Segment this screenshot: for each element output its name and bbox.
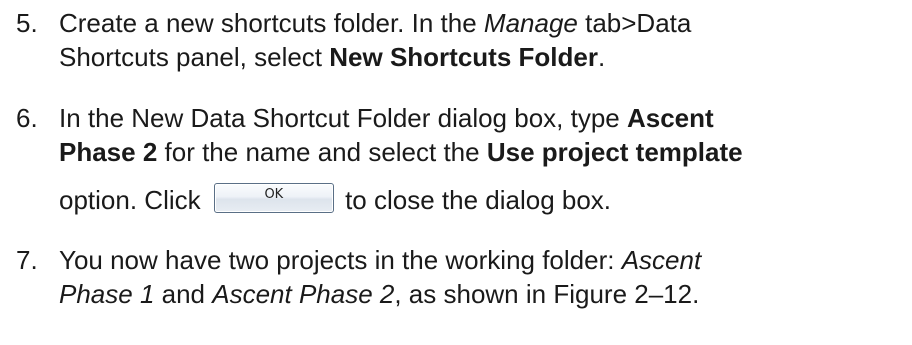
bold-text: Use project template xyxy=(486,137,743,167)
bold-text: New Shortcuts Folder xyxy=(329,42,598,72)
step-line: Shortcuts panel, select New Shortcuts Fo… xyxy=(59,40,909,74)
step-text: In the New Data Shortcut Folder dialog b… xyxy=(59,101,909,217)
text-run: option. Click xyxy=(59,185,208,215)
emphasis-text: Manage xyxy=(483,8,578,38)
step-text: You now have two projects in the working… xyxy=(59,243,909,311)
text-run: Create a new shortcuts folder. In the xyxy=(59,8,484,38)
step-line: Create a new shortcuts folder. In the Ma… xyxy=(59,6,909,40)
text-run: for the name and select the xyxy=(157,137,487,167)
ok-button[interactable]: OK xyxy=(213,183,334,214)
bold-text: Phase 2 xyxy=(59,137,158,167)
step-line: option. Click OK to close the dialog box… xyxy=(59,183,909,217)
text-run: tab>Data xyxy=(577,8,692,38)
emphasis-text: Phase 1 xyxy=(59,279,155,309)
text-run: to close the dialog box. xyxy=(337,185,612,215)
text-run: and xyxy=(154,279,213,309)
step-line: In the New Data Shortcut Folder dialog b… xyxy=(59,101,909,135)
step-text: Create a new shortcuts folder. In the Ma… xyxy=(59,6,909,74)
bold-text: Ascent xyxy=(626,103,714,133)
step-number: 7. xyxy=(16,245,38,275)
text-run: . xyxy=(597,42,606,72)
text-run: You now have two projects in the working… xyxy=(59,245,622,275)
emphasis-text: Ascent Phase 2 xyxy=(212,279,395,309)
emphasis-text: Ascent xyxy=(621,245,702,275)
step-number: 6. xyxy=(16,103,38,133)
text-run: In the New Data Shortcut Folder dialog b… xyxy=(59,103,627,133)
step-number: 5. xyxy=(16,8,38,38)
text-run: Shortcuts panel, select xyxy=(59,42,330,72)
step-line: Phase 1 and Ascent Phase 2, as shown in … xyxy=(59,277,909,311)
step-line: You now have two projects in the working… xyxy=(59,243,909,277)
step-line: Phase 2 for the name and select the Use … xyxy=(59,135,909,169)
text-run: , as shown in Figure 2–12. xyxy=(394,279,700,309)
